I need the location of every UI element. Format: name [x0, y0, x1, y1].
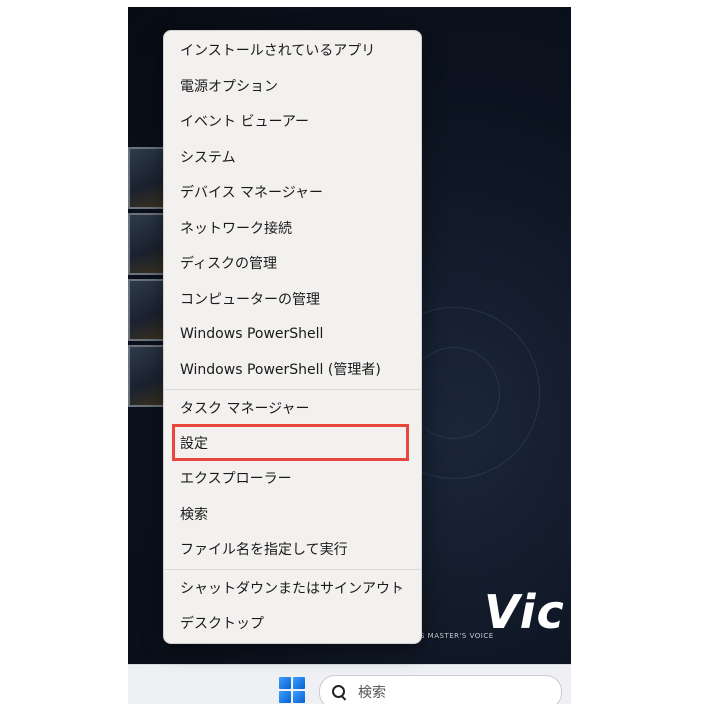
menu-item-label: エクスプローラー	[180, 471, 292, 487]
menu-item-powershell-admin[interactable]: Windows PowerShell (管理者)	[169, 353, 416, 385]
menu-item-disk-management[interactable]: ディスクの管理	[169, 247, 416, 279]
wallpaper-thumbnail	[128, 147, 168, 209]
menu-item-label: 検索	[180, 507, 208, 523]
taskbar-search-box[interactable]: 検索	[319, 675, 562, 704]
menu-item-power-options[interactable]: 電源オプション	[169, 70, 416, 102]
wallpaper-brand-tagline: S MASTER'S VOICE	[420, 632, 494, 640]
menu-item-network-connections[interactable]: ネットワーク接続	[169, 212, 416, 244]
menu-separator	[164, 569, 421, 570]
menu-item-search[interactable]: 検索	[169, 498, 416, 530]
chevron-right-icon: ›	[397, 581, 402, 595]
menu-item-label: 電源オプション	[180, 79, 278, 95]
menu-item-label: インストールされているアプリ	[180, 43, 376, 59]
menu-item-label: デバイス マネージャー	[180, 185, 324, 201]
menu-separator	[164, 389, 421, 390]
menu-item-label: Windows PowerShell (管理者)	[180, 362, 381, 378]
menu-item-task-manager[interactable]: タスク マネージャー	[169, 392, 416, 424]
menu-item-label: シャットダウンまたはサインアウト	[180, 581, 404, 597]
menu-item-powershell[interactable]: Windows PowerShell	[169, 318, 416, 350]
windows-logo-icon[interactable]	[279, 677, 305, 703]
menu-item-label: Windows PowerShell	[180, 326, 324, 342]
menu-item-label: イベント ビューアー	[180, 114, 310, 130]
taskbar: 検索	[128, 664, 571, 704]
menu-item-file-explorer[interactable]: エクスプローラー	[169, 462, 416, 494]
menu-item-shutdown-signout[interactable]: シャットダウンまたはサインアウト ›	[169, 572, 416, 604]
search-placeholder: 検索	[358, 685, 386, 701]
menu-item-system[interactable]: システム	[169, 141, 416, 173]
wallpaper-thumbnail	[128, 213, 168, 275]
menu-item-label: デスクトップ	[180, 616, 264, 632]
menu-item-installed-apps[interactable]: インストールされているアプリ	[169, 34, 416, 66]
wallpaper-thumbnails	[128, 147, 168, 447]
menu-item-label: ファイル名を指定して実行	[180, 542, 348, 558]
winx-context-menu: インストールされているアプリ 電源オプション イベント ビューアー システム デ…	[163, 30, 422, 644]
menu-item-event-viewer[interactable]: イベント ビューアー	[169, 105, 416, 137]
menu-item-label: タスク マネージャー	[180, 401, 310, 417]
menu-item-label: システム	[180, 150, 236, 166]
menu-item-label: コンピューターの管理	[180, 292, 320, 308]
menu-item-label: ディスクの管理	[180, 256, 278, 272]
menu-item-run[interactable]: ファイル名を指定して実行	[169, 533, 416, 565]
menu-item-label: ネットワーク接続	[180, 221, 292, 237]
wallpaper-thumbnail	[128, 279, 168, 341]
settings-highlight-box	[172, 424, 409, 461]
wallpaper-brand-logo: Vic	[484, 585, 565, 639]
menu-item-desktop[interactable]: デスクトップ	[169, 607, 416, 639]
search-icon	[332, 685, 347, 701]
wallpaper-thumbnail	[128, 345, 168, 407]
menu-item-device-manager[interactable]: デバイス マネージャー	[169, 176, 416, 208]
menu-item-computer-management[interactable]: コンピューターの管理	[169, 283, 416, 315]
